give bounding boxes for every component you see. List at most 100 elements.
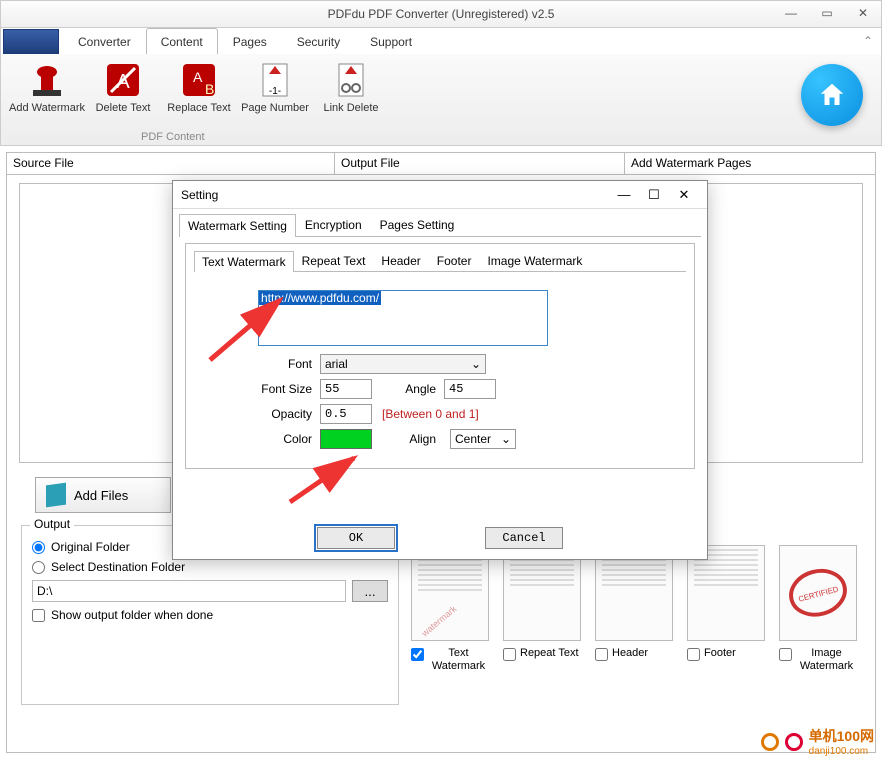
font-select[interactable]: arial ⌄ (320, 354, 486, 374)
page-number-icon: -1- (255, 60, 295, 100)
minimize-button[interactable]: — (777, 6, 805, 22)
col-source: Source File (7, 153, 335, 174)
page-number-label: Page Number (241, 102, 309, 114)
subtab-footer[interactable]: Footer (429, 250, 480, 271)
subtab-repeat-text[interactable]: Repeat Text (294, 250, 374, 271)
replace-text-icon: AB (179, 60, 219, 100)
dialog-titlebar: Setting — ☐ ✕ (173, 181, 707, 209)
tab-watermark-setting[interactable]: Watermark Setting (179, 214, 296, 237)
thumb-repeat-check[interactable] (503, 648, 516, 661)
color-label: Color (234, 432, 312, 446)
delete-text-label: Delete Text (96, 102, 151, 114)
tab-content[interactable]: Content (146, 28, 218, 54)
replace-text-button[interactable]: AB Replace Text (161, 58, 237, 114)
output-legend: Output (30, 517, 74, 531)
thumb-image-watermark[interactable]: CERTIFIED Image Watermark (779, 545, 857, 673)
angle-input[interactable] (444, 379, 496, 399)
dialog-close-button[interactable]: ✕ (669, 187, 699, 203)
watermark-thumbnails: watermark Text Watermark Repeat Text Hea… (411, 545, 861, 673)
brand-name: 单机100网 (809, 728, 874, 744)
annotation-arrow-icon (280, 450, 370, 510)
thumb-header-label: Header (612, 647, 648, 660)
replace-text-label: Replace Text (167, 102, 230, 114)
brand-url: danji100.com (809, 746, 874, 757)
stamp-icon (27, 60, 67, 100)
delete-text-icon: A (103, 60, 143, 100)
tab-encryption[interactable]: Encryption (296, 213, 371, 236)
dest-folder-label: Select Destination Folder (51, 560, 185, 574)
color-swatch[interactable] (320, 429, 372, 449)
chevron-down-icon: ⌄ (471, 357, 481, 371)
add-files-label: Add Files (74, 488, 128, 503)
output-path-input[interactable] (32, 580, 346, 602)
tab-pages[interactable]: Pages (218, 28, 282, 54)
add-files-button[interactable]: Add Files (35, 477, 171, 513)
watermark-text-input[interactable]: http://www.pdfdu.com/ (258, 290, 548, 346)
thumb-text-watermark[interactable]: watermark Text Watermark (411, 545, 489, 673)
logo-icon (761, 733, 779, 751)
dialog-title: Setting (181, 188, 218, 202)
home-button[interactable] (801, 64, 863, 126)
font-size-input[interactable] (320, 379, 372, 399)
col-pages: Add Watermark Pages (625, 153, 875, 174)
link-delete-button[interactable]: Link Delete (313, 58, 389, 114)
svg-text:B: B (205, 81, 214, 97)
tab-pages-setting[interactable]: Pages Setting (371, 213, 464, 236)
branding-watermark: 单机100网 danji100.com (761, 726, 874, 757)
dialog-maximize-button[interactable]: ☐ (639, 187, 669, 203)
annotation-arrow-icon (200, 290, 300, 370)
subtab-header[interactable]: Header (373, 250, 428, 271)
page-number-button[interactable]: -1- Page Number (237, 58, 313, 114)
dialog-minimize-button[interactable]: — (609, 187, 639, 202)
thumb-footer-label: Footer (704, 647, 736, 660)
link-delete-icon (331, 60, 371, 100)
tab-security[interactable]: Security (282, 28, 355, 54)
cancel-button[interactable]: Cancel (485, 527, 563, 549)
align-value: Center (455, 432, 491, 446)
ribbon-group-label: PDF Content (141, 131, 205, 143)
dialog-tabs: Watermark Setting Encryption Pages Setti… (179, 213, 701, 237)
col-output: Output File (335, 153, 625, 174)
folder-icon (46, 483, 66, 508)
dest-folder-radio[interactable] (32, 561, 45, 574)
ribbon-panel: Add Watermark A Delete Text AB Replace T… (0, 54, 882, 146)
ribbon-collapse-icon[interactable]: ⌃ (863, 34, 873, 48)
ribbon-tab-strip: Converter Content Pages Security Support… (0, 28, 882, 54)
thumb-text-check[interactable] (411, 648, 424, 661)
browse-button[interactable]: ... (352, 580, 388, 602)
tab-support[interactable]: Support (355, 28, 427, 54)
thumb-header[interactable]: Header (595, 545, 673, 673)
original-folder-radio[interactable] (32, 541, 45, 554)
opacity-input[interactable] (320, 404, 372, 424)
show-output-checkbox[interactable] (32, 609, 45, 622)
chevron-down-icon: ⌄ (501, 432, 511, 446)
thumb-footer-check[interactable] (687, 648, 700, 661)
ok-button[interactable]: OK (317, 527, 395, 549)
svg-text:CERTIFIED: CERTIFIED (797, 584, 839, 603)
watermark-subtabs: Text Watermark Repeat Text Header Footer… (194, 250, 686, 272)
add-watermark-label: Add Watermark (9, 102, 85, 114)
thumb-footer[interactable]: Footer (687, 545, 765, 673)
tab-converter[interactable]: Converter (63, 28, 146, 54)
font-value: arial (325, 357, 348, 371)
delete-text-button[interactable]: A Delete Text (85, 58, 161, 114)
maximize-button[interactable]: ▭ (813, 6, 841, 22)
angle-label: Angle (386, 382, 436, 396)
subtab-text-watermark[interactable]: Text Watermark (194, 251, 294, 272)
show-output-label: Show output folder when done (51, 608, 213, 622)
thumb-image-check[interactable] (779, 648, 792, 661)
settings-dialog: Setting — ☐ ✕ Watermark Setting Encrypti… (172, 180, 708, 560)
thumb-header-check[interactable] (595, 648, 608, 661)
svg-text:-1-: -1- (269, 86, 281, 97)
file-tab[interactable] (3, 29, 59, 54)
logo-icon (785, 733, 803, 751)
align-label: Align (386, 432, 436, 446)
align-select[interactable]: Center ⌄ (450, 429, 516, 449)
original-folder-label: Original Folder (51, 540, 130, 554)
thumb-repeat-label: Repeat Text (520, 647, 579, 660)
thumb-repeat-text[interactable]: Repeat Text (503, 545, 581, 673)
add-watermark-button[interactable]: Add Watermark (9, 58, 85, 114)
close-button[interactable]: ✕ (849, 6, 877, 22)
opacity-hint: [Between 0 and 1] (382, 407, 479, 421)
subtab-image-watermark[interactable]: Image Watermark (479, 250, 590, 271)
